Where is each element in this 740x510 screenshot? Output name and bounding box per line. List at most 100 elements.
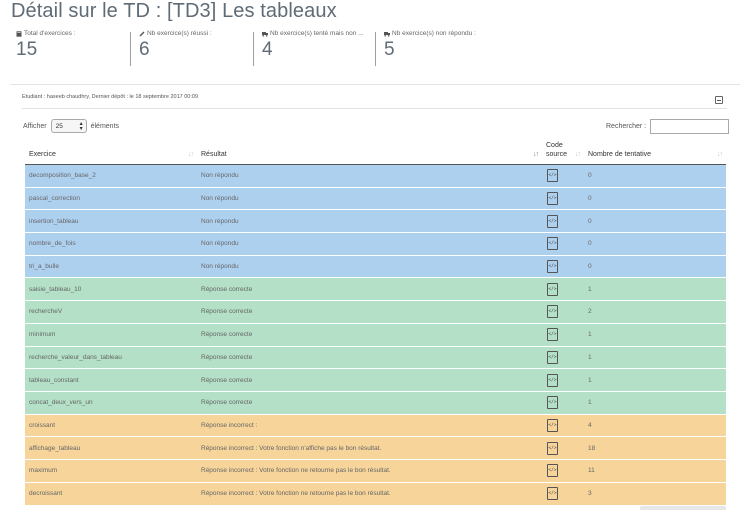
- source-code-file-icon[interactable]: [547, 169, 558, 183]
- cell-resultat: Non répondu: [197, 254, 542, 278]
- source-code-file-icon[interactable]: [547, 192, 558, 206]
- cell-code-source: [542, 322, 584, 346]
- source-code-file-icon[interactable]: [547, 305, 558, 319]
- column-header-code-source[interactable]: Code source ↓↑: [542, 141, 584, 165]
- stat-total-value: 15: [16, 39, 38, 60]
- cell-tentatives: 0: [584, 254, 726, 278]
- stat-unanswered: Nb exercice(s) non répondu : 5: [384, 30, 476, 70]
- table-body: decomposition_base_2Non répondu0pascal_c…: [25, 164, 726, 505]
- cell-exercice: pascal_correction: [25, 186, 197, 210]
- stat-total-label: Total d'exercices :: [24, 30, 76, 37]
- table-row: rechercheVRéponse correcte 2: [25, 300, 726, 324]
- stats-bar: Total d'exercices : 15 Nb exercice(s) ré…: [0, 30, 740, 70]
- book-icon: [16, 30, 22, 37]
- page-length-value: 25: [55, 122, 63, 130]
- cell-tentatives: 2: [584, 300, 726, 324]
- table-row: tableau_constantRéponse correcte 1: [25, 368, 726, 392]
- cell-tentatives: 0: [584, 232, 726, 256]
- stat-total: Total d'exercices : 15: [16, 30, 75, 70]
- show-label: Afficher: [23, 122, 47, 130]
- table-row: minimumRéponse correcte 1: [25, 322, 726, 346]
- source-code-file-icon[interactable]: [547, 441, 558, 455]
- cell-tentatives: 1: [584, 322, 726, 346]
- source-code-file-icon[interactable]: [547, 237, 558, 251]
- cell-exercice: maximum: [25, 458, 197, 483]
- cell-code-source: [542, 368, 584, 392]
- source-code-file-icon[interactable]: [547, 328, 558, 342]
- page-title: Détail sur le TD : [TD3] Les tableaux: [11, 0, 337, 22]
- cell-resultat: Réponse incorrect : Votre fonction ne re…: [197, 481, 542, 505]
- stat-tried-value: 4: [262, 39, 273, 60]
- source-code-file-icon[interactable]: [547, 214, 558, 228]
- source-code-file-icon[interactable]: [547, 487, 558, 501]
- cell-tentatives: 0: [584, 209, 726, 233]
- cell-resultat: Réponse correcte: [197, 277, 542, 301]
- cell-exercice: croissant: [25, 413, 197, 437]
- stat-divider: [130, 32, 131, 66]
- panel-header: Etudiant : haseeb chaudhry, Dernier dépô…: [22, 94, 199, 100]
- source-code-file-icon[interactable]: [547, 396, 558, 410]
- cell-code-source: [542, 436, 584, 460]
- stat-success-value: 6: [139, 39, 150, 60]
- cell-code-source: [542, 413, 584, 437]
- cell-resultat: Réponse correcte: [197, 345, 542, 369]
- cell-tentatives: 1: [584, 345, 726, 369]
- page-length-select[interactable]: 25 ▴ ▾: [50, 119, 87, 133]
- pagination-button[interactable]: [640, 506, 726, 510]
- column-header-exercice[interactable]: Exercice ↓↑: [25, 141, 197, 165]
- truck-icon: [262, 31, 268, 37]
- cell-tentatives: 0: [584, 164, 726, 188]
- cell-code-source: [542, 164, 584, 188]
- source-code-file-icon[interactable]: [547, 373, 558, 387]
- cell-code-source: [542, 300, 584, 324]
- column-header-resultat[interactable]: Résultat ↓↑: [197, 141, 542, 165]
- table-row: decomposition_base_2Non répondu 0: [25, 164, 726, 188]
- sort-icon: ↓↑: [575, 151, 581, 158]
- column-header-label: Code source: [546, 142, 568, 158]
- cell-resultat: Réponse incorrect : Votre fonction ne re…: [197, 458, 542, 483]
- source-code-file-icon[interactable]: [547, 464, 558, 478]
- cell-exercice: tableau_constant: [25, 368, 197, 392]
- source-code-file-icon[interactable]: [547, 350, 558, 364]
- stat-tried: Nb exercice(s) tenté mais non ... 4: [262, 30, 364, 70]
- table-row: concat_deux_vers_unRéponse correcte 1: [25, 390, 726, 415]
- collapse-icon[interactable]: [715, 96, 723, 104]
- cell-exercice: rechercheV: [25, 300, 197, 324]
- stat-divider: [253, 32, 254, 66]
- table-row: tri_a_bulleNon répondu 0: [25, 254, 726, 278]
- cell-exercice: tri_a_bulle: [25, 254, 197, 278]
- cell-resultat: Non répondu: [197, 209, 542, 233]
- stat-unanswered-value: 5: [384, 39, 395, 60]
- column-header-label: Nombre de tentative: [588, 151, 652, 158]
- truck-icon: [384, 31, 390, 37]
- sort-icon: ↓↑: [717, 151, 723, 158]
- cell-code-source: [542, 277, 584, 301]
- cell-exercice: concat_deux_vers_un: [25, 390, 197, 415]
- results-panel: Etudiant : haseeb chaudhry, Dernier dépô…: [10, 84, 740, 510]
- cell-resultat: Réponse correcte: [197, 300, 542, 324]
- source-code-file-icon[interactable]: [547, 418, 558, 432]
- cell-code-source: [542, 254, 584, 278]
- cell-resultat: Réponse correcte: [197, 322, 542, 346]
- table-row: decroissant Réponse incorrect : Votre fon…: [25, 481, 726, 505]
- cell-code-source: [542, 209, 584, 233]
- stat-unanswered-label: Nb exercice(s) non répondu :: [392, 30, 476, 37]
- source-code-file-icon[interactable]: [547, 260, 558, 274]
- cell-code-source: [542, 458, 584, 483]
- column-header-label: Résultat: [201, 151, 227, 158]
- search-label: Rechercher :: [606, 123, 647, 130]
- cell-resultat: Réponse correcte: [197, 368, 542, 392]
- table-row: pascal_correctionNon répondu 0: [25, 186, 726, 210]
- stat-success: Nb exercice(s) réussi : 6: [139, 30, 212, 70]
- stat-success-label: Nb exercice(s) réussi :: [147, 30, 212, 37]
- column-header-tentatives[interactable]: Nombre de tentative ↓↑: [584, 141, 726, 165]
- cell-exercice: saisie_tableau_10: [25, 277, 197, 301]
- stat-tried-label: Nb exercice(s) tenté mais non ...: [270, 30, 364, 37]
- search-control: Rechercher :: [606, 119, 730, 134]
- cell-tentatives: 3: [584, 481, 726, 505]
- select-arrows-icon: ▴ ▾: [79, 121, 83, 132]
- elements-label: éléments: [90, 122, 120, 130]
- cell-resultat: Non répondu: [197, 232, 542, 256]
- source-code-file-icon[interactable]: [547, 282, 558, 296]
- search-input[interactable]: [650, 119, 730, 134]
